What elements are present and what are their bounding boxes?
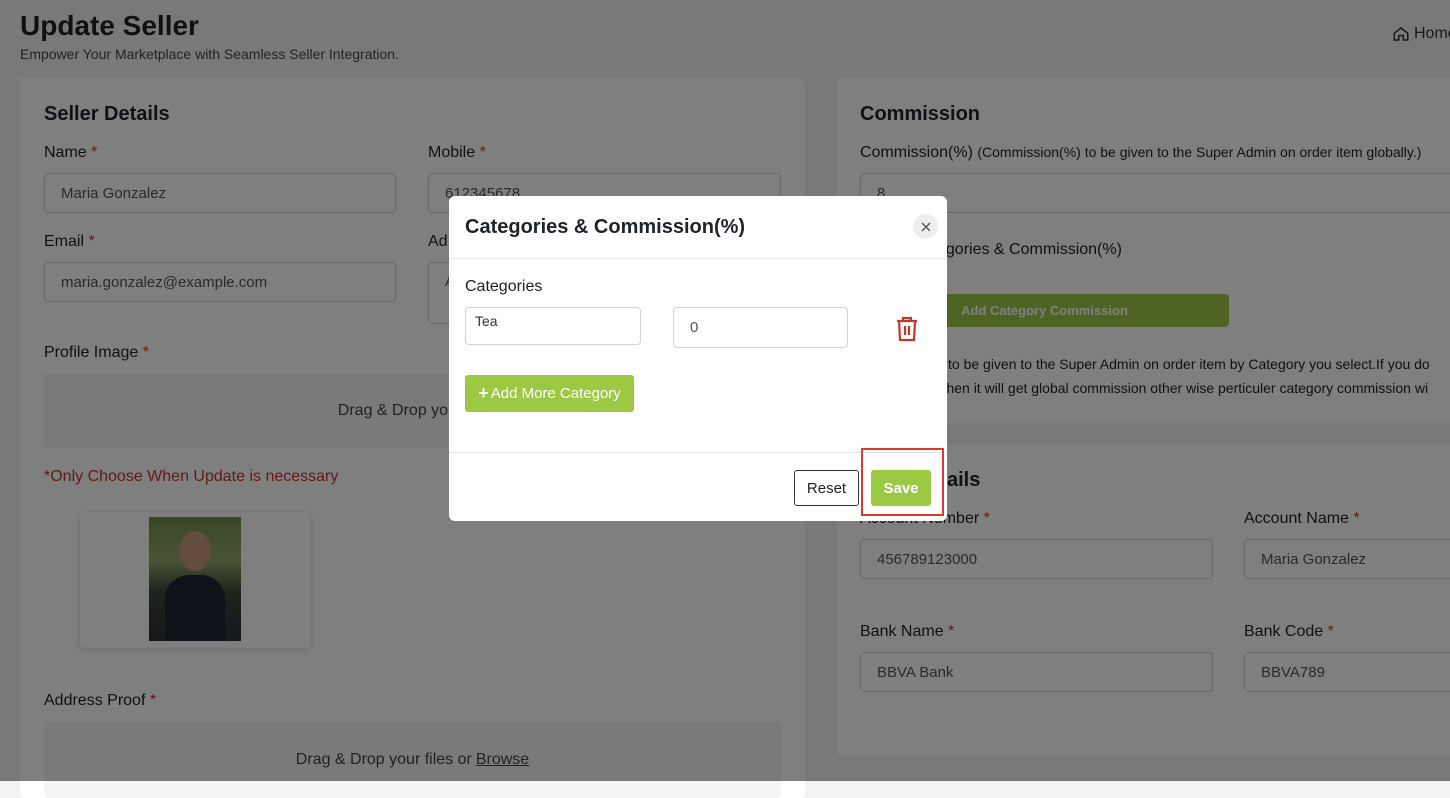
add-more-category-button[interactable]: + Add More Category <box>465 375 634 412</box>
add-more-category-label: Add More Category <box>490 385 621 402</box>
save-button-highlight <box>861 448 944 516</box>
close-icon <box>921 222 930 231</box>
modal-header: Categories & Commission(%) <box>449 196 947 259</box>
category-select[interactable]: Tea <box>465 307 641 345</box>
plus-icon: + <box>478 383 489 403</box>
category-commission-input[interactable]: 0 <box>673 307 848 348</box>
categories-label: Categories <box>465 278 543 295</box>
modal-close-button[interactable] <box>913 214 938 239</box>
modal-title: Categories & Commission(%) <box>465 216 746 238</box>
delete-category-button[interactable] <box>895 316 919 342</box>
reset-button[interactable]: Reset <box>794 470 859 506</box>
